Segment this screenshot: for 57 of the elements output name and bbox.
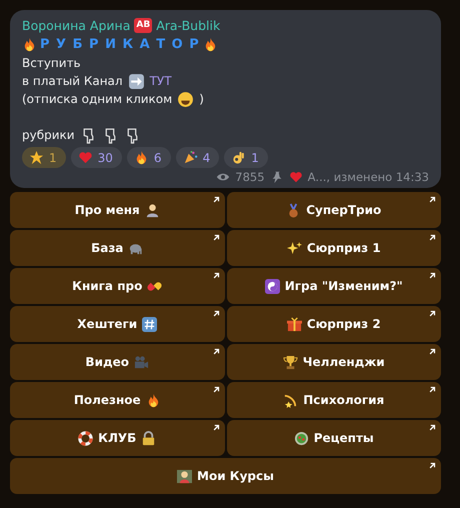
post-title: Р У Б Р И К А Т О Р (40, 36, 200, 52)
lifebuoy-icon (78, 430, 94, 446)
yin-yang-icon (264, 278, 280, 294)
reaction-chip[interactable]: 6 (126, 147, 171, 168)
heart-icon (288, 170, 303, 184)
salad-icon (294, 430, 309, 446)
lock-icon (141, 430, 156, 446)
author-name[interactable]: Воронина Арина (22, 18, 130, 33)
hash-icon (142, 316, 158, 332)
external-link-icon (427, 271, 437, 281)
reaction-chip[interactable]: 1 (22, 147, 66, 168)
smiley-icon (177, 90, 194, 108)
edited-time: А..., изменено 14:33 (308, 170, 429, 184)
inline-button[interactable]: Мои Курсы (10, 458, 441, 494)
inline-button[interactable]: База (10, 230, 224, 266)
inline-button[interactable]: Сюрприз 1 (226, 230, 441, 266)
inline-button[interactable]: Игра "Изменим?" (226, 268, 441, 304)
message-text: (отписка одним кликом (22, 91, 172, 108)
inline-button[interactable]: Хештеги (10, 306, 224, 342)
message-text: рубрики (22, 127, 75, 144)
person-icon (144, 202, 160, 218)
fire-icon (22, 36, 37, 52)
external-link-icon (427, 347, 437, 357)
inline-button[interactable]: Книга про (10, 268, 224, 304)
message-text: в платый Канал (22, 73, 123, 90)
external-link-icon (427, 309, 437, 319)
film-camera-icon (134, 354, 150, 370)
author-signature: Ara-Bublik (156, 18, 220, 33)
message-text: Вступить (22, 55, 81, 72)
heart-icon (78, 150, 93, 165)
star-icon (29, 150, 44, 165)
inline-button[interactable]: Сюрприз 2 (226, 306, 441, 342)
sparkles-icon (286, 240, 302, 256)
inline-button[interactable]: Рецепты (226, 420, 441, 456)
external-link-icon (427, 461, 437, 471)
inline-button[interactable]: Видео (10, 344, 224, 380)
reaction-chip[interactable]: 30 (70, 147, 122, 168)
external-link-icon (427, 423, 437, 433)
inline-button[interactable]: КЛУБ (10, 420, 224, 456)
trophy-icon (282, 354, 298, 370)
gift-icon (286, 316, 302, 332)
reaction-chip[interactable]: 4 (176, 147, 220, 168)
inline-button[interactable]: СуперТрио (226, 192, 441, 228)
reaction-chip[interactable]: 1 (224, 147, 268, 168)
arrow-right-icon (128, 72, 145, 90)
message-text: ) (199, 91, 204, 108)
external-link-icon (427, 385, 437, 395)
external-link-icon (427, 233, 437, 243)
link[interactable]: ТУТ (150, 72, 172, 90)
party-popper-icon (182, 150, 198, 165)
inline-button[interactable]: Челленджи (226, 344, 441, 380)
inline-button[interactable]: Полезное (10, 382, 224, 418)
inline-button[interactable]: Про меня (10, 192, 224, 228)
inline-button[interactable]: Психология (226, 382, 441, 418)
view-count: 7855 (235, 170, 265, 184)
external-link-icon (427, 195, 437, 205)
badge: AB (134, 18, 152, 33)
